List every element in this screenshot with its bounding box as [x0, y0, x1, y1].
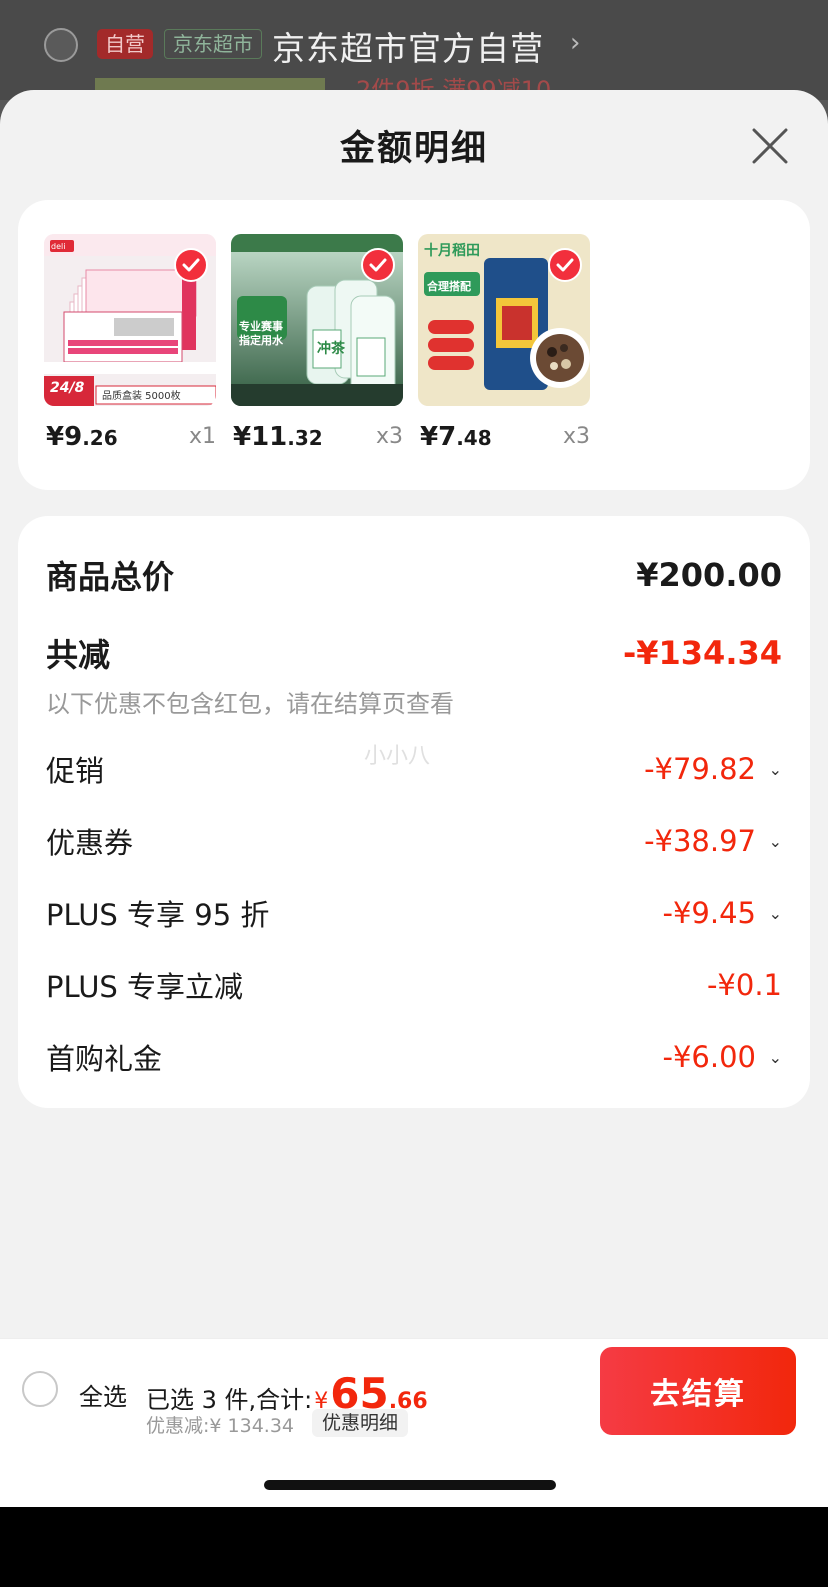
background-cart-header: 自营 京东超市 京东超市官方自营 › 2件9折 满99减10: [0, 0, 828, 104]
store-name: 京东超市官方自营: [272, 29, 544, 68]
close-icon[interactable]: [750, 126, 790, 166]
price-integer: ¥9: [46, 422, 83, 452]
select-all-label[interactable]: 全选: [79, 1377, 127, 1412]
products-card: 24/8 品质盒装 5000枚 deli ¥9.26 x1 专业赛事 指定用水 …: [18, 200, 810, 490]
product-quantity: x3: [375, 424, 403, 449]
discount-row-promotion[interactable]: 促销 -¥79.82 ⌄: [46, 748, 782, 790]
discount-value: -¥38.97 ⌄: [644, 824, 782, 858]
product-item[interactable]: 专业赛事 指定用水 冲茶 ¥11.32 x3: [231, 234, 403, 452]
discount-label: PLUS 专享 95 折: [46, 898, 270, 932]
discount-note: 以下优惠不包含红包，请在结算页查看: [46, 690, 454, 718]
discount-row-plus-instant: PLUS 专享立减 -¥0.1: [46, 964, 782, 1006]
product-image-badge: 合理搭配: [427, 280, 471, 293]
chevron-down-icon: ⌄: [768, 759, 782, 779]
selected-count-text: 已选 3 件,合计:: [146, 1386, 313, 1414]
self-operated-tag: 自营: [97, 29, 153, 59]
discount-value: -¥9.45 ⌄: [663, 896, 783, 930]
total-reduce-label: 共减: [46, 636, 111, 674]
price-integer: ¥11: [233, 422, 288, 452]
discount-row-plus-95[interactable]: PLUS 专享 95 折 -¥9.45 ⌄: [46, 892, 782, 934]
discount-amount: -¥6.00: [662, 1040, 757, 1074]
product-quantity: x1: [188, 424, 216, 449]
product-brand: deli: [51, 242, 66, 251]
product-price: ¥7.48: [420, 422, 492, 452]
discount-value: -¥6.00 ⌄: [663, 1040, 783, 1074]
price-integer: ¥7: [420, 422, 457, 452]
discount-summary: 优惠减:¥ 134.34: [146, 1415, 295, 1437]
discount-value: -¥0.1: [707, 968, 782, 1002]
price-decimal: .32: [287, 426, 323, 450]
store-select-radio: [44, 28, 78, 62]
chevron-down-icon: ⌄: [768, 1047, 782, 1067]
checkmark-icon: [548, 248, 582, 282]
product-item[interactable]: 24/8 品质盒装 5000枚 deli ¥9.26 x1: [44, 234, 216, 452]
discount-detail-button[interactable]: 优惠明细: [312, 1409, 409, 1437]
total-reduce-row: 共减 -¥134.34: [46, 630, 782, 676]
home-indicator[interactable]: [264, 1480, 556, 1490]
discount-amount: -¥38.97: [644, 824, 756, 858]
sheet-title: 金额明细: [339, 129, 488, 169]
amount-detail-sheet: 金额明细 24/8 品质盒装 5000枚 deli ¥9.26 x1 专业赛事 …: [0, 90, 828, 1587]
discount-value: -¥79.82 ⌄: [644, 752, 782, 786]
product-brand: 十月稻田: [424, 243, 480, 259]
discount-row-first-purchase[interactable]: 首购礼金 -¥6.00 ⌄: [46, 1036, 782, 1078]
price-decimal: .26: [82, 426, 118, 450]
discount-amount: -¥9.45: [662, 896, 757, 930]
discount-amount: -¥79.82: [644, 752, 756, 786]
total-price-value: ¥200.00: [636, 556, 782, 594]
checkmark-icon: [361, 248, 395, 282]
home-indicator-area: [0, 1442, 828, 1507]
price-decimal: .48: [456, 426, 492, 450]
product-image-caption: 专业赛事 指定用水: [239, 320, 283, 347]
select-all-radio[interactable]: [22, 1371, 58, 1407]
total-price-row: 商品总价 ¥200.00: [46, 552, 782, 598]
total-price-label: 商品总价: [46, 558, 175, 596]
product-item[interactable]: 十月稻田 合理搭配 ¥7.48 x3: [418, 234, 590, 452]
product-image-badge: 24/8: [50, 380, 85, 396]
product-image-badge: 冲茶: [317, 341, 345, 357]
system-bar: [0, 1507, 828, 1587]
discount-label: 首购礼金: [46, 1042, 163, 1076]
discount-row-coupon[interactable]: 优惠券 -¥38.97 ⌄: [46, 820, 782, 862]
discount-label: 优惠券: [46, 826, 134, 860]
checkout-bar: 全选 已选 3 件,合计: ¥ 65 .66 优惠减:¥ 134.34 优惠明细…: [0, 1338, 828, 1442]
chevron-down-icon: ⌄: [768, 831, 782, 851]
chevron-down-icon: ⌄: [768, 903, 782, 923]
discount-label: PLUS 专享立减: [46, 970, 244, 1004]
product-image-caption: 品质盒装 5000枚: [102, 391, 181, 402]
checkout-button[interactable]: 去结算: [600, 1347, 796, 1435]
product-quantity: x3: [562, 424, 590, 449]
checkmark-icon: [174, 248, 208, 282]
jd-supermarket-tag: 京东超市: [164, 29, 262, 59]
summary-card: 商品总价 ¥200.00 共减 -¥134.34 以下优惠不包含红包，请在结算页…: [18, 516, 810, 1108]
chevron-right-icon: ›: [570, 28, 581, 58]
product-price: ¥9.26: [46, 422, 118, 452]
product-price: ¥11.32: [233, 422, 323, 452]
discount-amount: -¥0.1: [706, 968, 782, 1002]
discount-label: 促销: [46, 754, 105, 788]
total-reduce-value: -¥134.34: [622, 634, 782, 672]
